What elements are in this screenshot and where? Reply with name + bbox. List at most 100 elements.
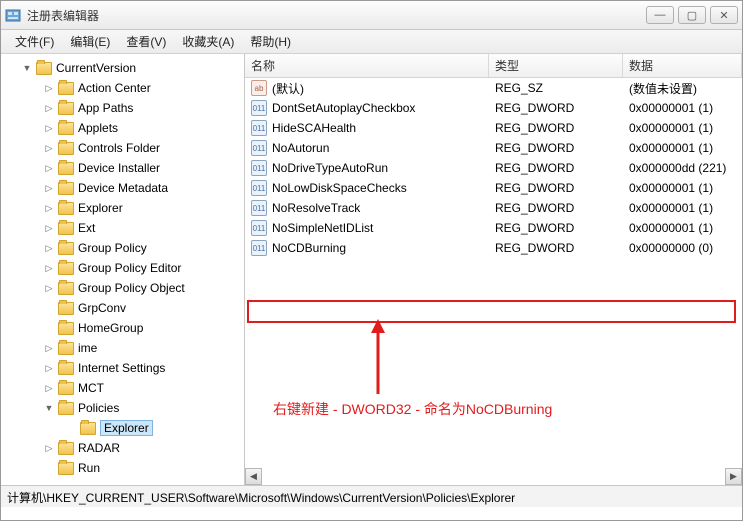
value-name: NoDriveTypeAutoRun — [272, 161, 388, 175]
expand-icon[interactable]: ▷ — [43, 202, 55, 214]
tree-item-label: Group Policy Editor — [78, 261, 181, 275]
minimize-button[interactable]: — — [646, 6, 674, 24]
folder-icon — [58, 282, 74, 295]
expand-icon[interactable] — [43, 462, 55, 474]
folder-icon — [58, 462, 74, 475]
tree-item-internet-settings[interactable]: ▷ Internet Settings — [7, 358, 244, 378]
binary-value-icon: 011 — [251, 100, 267, 116]
list-row[interactable]: 011NoAutorunREG_DWORD0x00000001 (1) — [245, 138, 742, 158]
menu-edit[interactable]: 编辑(E) — [62, 30, 118, 53]
scroll-left-button[interactable]: ◀ — [245, 468, 262, 485]
list-row[interactable]: 011NoDriveTypeAutoRunREG_DWORD0x000000dd… — [245, 158, 742, 178]
value-data: 0x00000001 (1) — [623, 141, 742, 155]
expand-icon[interactable]: ▷ — [43, 122, 55, 134]
expand-icon[interactable]: ▼ — [43, 402, 55, 414]
list-row[interactable]: 011NoResolveTrackREG_DWORD0x00000001 (1) — [245, 198, 742, 218]
expand-icon[interactable] — [65, 422, 77, 434]
expand-icon[interactable] — [43, 322, 55, 334]
tree-item-device-metadata[interactable]: ▷Device Metadata — [7, 178, 244, 198]
tree-item-label: Explorer — [100, 420, 153, 436]
tree-item-controls-folder[interactable]: ▷ Controls Folder — [7, 138, 244, 158]
tree-item-label: Applets — [78, 121, 118, 135]
expand-icon[interactable]: ▷ — [43, 182, 55, 194]
tree-item-explorer[interactable]: Explorer — [7, 418, 244, 438]
expand-icon[interactable]: ▷ — [43, 142, 55, 154]
tree-item-device-installer[interactable]: ▷Device Installer — [7, 158, 244, 178]
tree-item-mct[interactable]: ▷MCT — [7, 378, 244, 398]
column-type[interactable]: 类型 — [489, 54, 623, 77]
expand-icon[interactable]: ▷ — [43, 382, 55, 394]
menu-file[interactable]: 文件(F) — [7, 30, 62, 53]
expand-icon[interactable]: ▷ — [43, 82, 55, 94]
value-data: 0x00000001 (1) — [623, 181, 742, 195]
value-name: DontSetAutoplayCheckbox — [272, 101, 415, 115]
expand-icon[interactable]: ▷ — [43, 442, 55, 454]
expand-icon[interactable]: ▷ — [43, 162, 55, 174]
tree-item-currentversion[interactable]: ▼CurrentVersion — [7, 58, 244, 78]
tree-item-explorer[interactable]: ▷ Explorer — [7, 198, 244, 218]
expand-icon[interactable]: ▷ — [43, 222, 55, 234]
column-name[interactable]: 名称 — [245, 54, 489, 77]
tree-item-label: ime — [78, 341, 97, 355]
tree-item-ime[interactable]: ▷ ime — [7, 338, 244, 358]
tree-item-applets[interactable]: ▷ Applets — [7, 118, 244, 138]
list-row[interactable]: 011NoLowDiskSpaceChecksREG_DWORD0x000000… — [245, 178, 742, 198]
tree-item-label: Run — [78, 461, 100, 475]
folder-icon — [58, 342, 74, 355]
tree-item-group-policy[interactable]: ▷Group Policy — [7, 238, 244, 258]
tree-item-group-policy-editor[interactable]: ▷ Group Policy Editor — [7, 258, 244, 278]
expand-icon[interactable]: ▷ — [43, 242, 55, 254]
folder-icon — [58, 322, 74, 335]
expand-icon[interactable]: ▼ — [21, 62, 33, 74]
value-type: REG_DWORD — [489, 101, 623, 115]
menu-view[interactable]: 查看(V) — [118, 30, 174, 53]
tree-item-grpconv[interactable]: GrpConv — [7, 298, 244, 318]
tree-item-group-policy-object[interactable]: ▷Group Policy Object — [7, 278, 244, 298]
folder-icon — [58, 102, 74, 115]
menu-help[interactable]: 帮助(H) — [242, 30, 299, 53]
expand-icon[interactable]: ▷ — [43, 102, 55, 114]
list-row[interactable]: 011 DontSetAutoplayCheckbox REG_DWORD0x000… — [245, 98, 742, 118]
list-row[interactable]: 011NoCDBurningREG_DWORD0x00000000 (0) — [245, 238, 742, 258]
tree-item-run[interactable]: Run — [7, 458, 244, 478]
value-data: (数值未设置) — [623, 80, 742, 97]
expand-icon[interactable]: ▷ — [43, 262, 55, 274]
list-panel[interactable]: 名称 类型 数据 ab(默认)REG_SZ(数值未设置) 011 DontSetAu… — [245, 54, 742, 485]
close-button[interactable]: ✕ — [710, 6, 738, 24]
tree-item-radar[interactable]: ▷RADAR — [7, 438, 244, 458]
tree-item-label: Controls Folder — [78, 141, 160, 155]
tree-item-app-paths[interactable]: ▷App Paths — [7, 98, 244, 118]
menu-favorites[interactable]: 收藏夹(A) — [174, 30, 242, 53]
tree-item-action-center[interactable]: ▷Action Center — [7, 78, 244, 98]
annotation-text: 右键新建 - DWORD32 - 命名为NoCDBurning — [273, 399, 552, 419]
folder-icon — [58, 182, 74, 195]
tree-item-homegroup[interactable]: HomeGroup — [7, 318, 244, 338]
window-title: 注册表编辑器 — [27, 7, 646, 24]
expand-icon[interactable]: ▷ — [43, 342, 55, 354]
folder-icon — [58, 222, 74, 235]
tree-item-policies[interactable]: ▼Policies — [7, 398, 244, 418]
value-type: REG_DWORD — [489, 121, 623, 135]
list-row[interactable]: 011HideSCAHealthREG_DWORD0x00000001 (1) — [245, 118, 742, 138]
tree-item-ext[interactable]: ▷ Ext — [7, 218, 244, 238]
regedit-icon — [5, 7, 21, 23]
scroll-right-button[interactable]: ▶ — [725, 468, 742, 485]
value-type: REG_DWORD — [489, 181, 623, 195]
expand-icon[interactable]: ▷ — [43, 362, 55, 374]
list-row[interactable]: 011NoSimpleNetIDListREG_DWORD0x00000001 … — [245, 218, 742, 238]
tree-item-label: Ext — [78, 221, 95, 235]
list-row[interactable]: ab(默认)REG_SZ(数值未设置) — [245, 78, 742, 98]
folder-icon — [58, 262, 74, 275]
maximize-button[interactable]: ▢ — [678, 6, 706, 24]
tree-item-label: Explorer — [78, 201, 123, 215]
value-data: 0x00000001 (1) — [623, 101, 742, 115]
value-name: NoAutorun — [272, 141, 329, 155]
tree-item-label: Internet Settings — [78, 361, 165, 375]
tree-panel[interactable]: ▼CurrentVersion▷Action Center▷App Paths▷… — [1, 54, 245, 485]
binary-value-icon: 011 — [251, 200, 267, 216]
column-data[interactable]: 数据 — [623, 54, 742, 77]
expand-icon[interactable] — [43, 302, 55, 314]
value-name: NoSimpleNetIDList — [272, 221, 373, 235]
folder-icon — [58, 302, 74, 315]
expand-icon[interactable]: ▷ — [43, 282, 55, 294]
